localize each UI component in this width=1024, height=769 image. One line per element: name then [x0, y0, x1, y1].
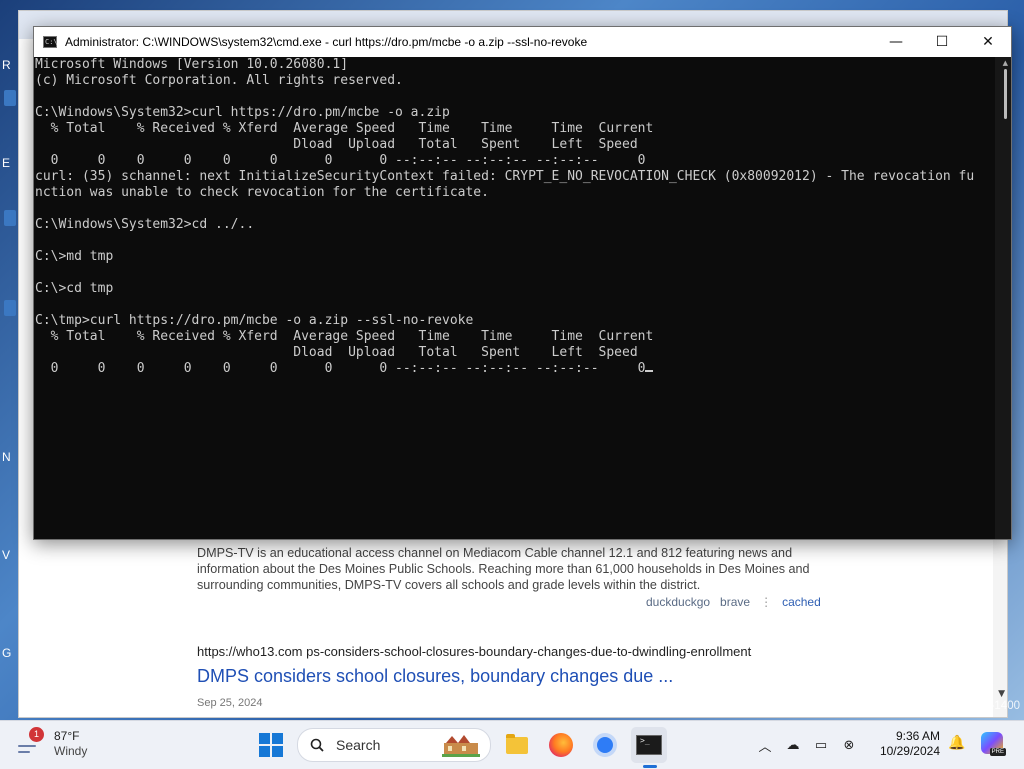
- scrollbar-thumb[interactable]: [1004, 69, 1007, 119]
- evaluation-watermark: Evaluation copy. Build 26080.ge_release.…: [741, 700, 1020, 712]
- console-line: 0 0 0 0 0 0 0 0 --:--:-- --:--:-- --:--:…: [35, 153, 646, 168]
- search-highlight-icon: [442, 735, 480, 757]
- weather-condition: Windy: [54, 744, 88, 758]
- chrome-button[interactable]: [587, 727, 623, 763]
- close-button[interactable]: ✕: [965, 27, 1011, 57]
- console-current-line: 0 0 0 0 0 0 0 0 --:--:-- --:--:-- --:--:…: [35, 361, 994, 377]
- taskbar-search[interactable]: Search: [297, 728, 491, 762]
- desktop-edge-letter: G: [2, 646, 12, 660]
- cmd-scrollbar[interactable]: ▲: [995, 57, 1011, 539]
- console-line: Microsoft Windows [Version 10.0.26080.1]: [35, 57, 349, 72]
- window-title: Administrator: C:\WINDOWS\system32\cmd.e…: [65, 35, 588, 49]
- desktop-icon[interactable]: [4, 300, 16, 316]
- folder-icon: [506, 733, 528, 754]
- console-line: (c) Microsoft Corporation. All rights re…: [35, 73, 403, 88]
- console-line: Dload Upload Total Spent Left Speed: [35, 137, 638, 152]
- weather-widget[interactable]: 1 87°F Windy: [16, 727, 88, 759]
- console-line: % Total % Received % Xferd Average Speed…: [35, 121, 654, 136]
- result-date: Sep 25, 2024: [197, 697, 263, 709]
- console-line: % Total % Received % Xferd Average Speed…: [35, 329, 654, 344]
- desktop-edge-letter: R: [2, 58, 11, 72]
- desktop-icons-edge: R E N V G: [0, 0, 18, 720]
- minimize-button[interactable]: —: [873, 27, 919, 57]
- clock-time: 9:36 AM: [895, 729, 940, 743]
- windows-logo-icon: [259, 733, 283, 757]
- console-line: curl: (35) schannel: next InitializeSecu…: [35, 169, 975, 184]
- wind-icon: 1: [16, 727, 46, 759]
- result-snippet: DMPS-TV is an educational access channel…: [197, 546, 810, 592]
- file-explorer-button[interactable]: [499, 727, 535, 763]
- console-line: C:\>md tmp: [35, 249, 114, 264]
- desktop-edge-letter: N: [2, 450, 11, 464]
- desktop-edge-letter: E: [2, 156, 11, 170]
- console-line: C:\>cd tmp: [35, 281, 114, 296]
- maximize-button[interactable]: ☐: [919, 27, 965, 57]
- text-cursor: [645, 370, 654, 372]
- clock-date: 10/29/2024: [879, 744, 940, 758]
- notification-badge: 1: [29, 727, 44, 742]
- network-off-icon[interactable]: ☁: [784, 736, 802, 754]
- cached-link[interactable]: cached: [782, 595, 821, 609]
- notification-bell-icon[interactable]: 🔔: [948, 735, 966, 753]
- result-url[interactable]: https://who13.com ps-considers-school-cl…: [197, 644, 751, 659]
- start-button[interactable]: [253, 727, 289, 763]
- chevron-up-icon[interactable]: ︿: [756, 736, 774, 755]
- weather-temperature: 87°F: [54, 729, 80, 743]
- scroll-down-icon[interactable]: ▼: [998, 689, 1005, 699]
- copilot-badge: PRE: [989, 748, 1006, 756]
- source-brave[interactable]: brave: [720, 595, 750, 609]
- console-line-text: 0 0 0 0 0 0 0 0 --:--:-- --:--:-- --:--:…: [35, 361, 646, 376]
- desktop-edge-letter: V: [2, 548, 11, 562]
- display-icon[interactable]: ▭: [812, 736, 830, 754]
- console-line: C:\tmp>curl https://dro.pm/mcbe -o a.zip…: [35, 313, 474, 328]
- console-line: C:\Windows\System32>cd ../..: [35, 217, 255, 232]
- window-controls: — ☐ ✕: [873, 27, 1011, 57]
- console-line: nction was unable to check revocation fo…: [35, 185, 489, 200]
- console-line: Dload Upload Total Spent Left Speed: [35, 345, 638, 360]
- volume-muted-icon[interactable]: ⊗: [840, 736, 858, 754]
- desktop-icon[interactable]: [4, 210, 16, 226]
- result-title-link[interactable]: DMPS considers school closures, boundary…: [197, 666, 673, 687]
- chrome-icon: [593, 733, 617, 757]
- system-tray: ︿ ☁ ▭ ⊗: [756, 731, 858, 759]
- scroll-up-icon[interactable]: ▲: [1003, 59, 1008, 67]
- copilot-icon[interactable]: PRE: [981, 732, 1006, 756]
- console-line: C:\Windows\System32>curl https://dro.pm/…: [35, 105, 450, 120]
- cmd-window[interactable]: C:\ Administrator: C:\WINDOWS\system32\c…: [33, 26, 1012, 540]
- firefox-button[interactable]: [543, 727, 579, 763]
- terminal-button[interactable]: >_: [631, 727, 667, 768]
- firefox-icon: [549, 733, 573, 757]
- cmd-app-icon[interactable]: C:\: [43, 36, 58, 48]
- search-label: Search: [336, 737, 381, 753]
- search-icon: [310, 738, 324, 752]
- taskbar-apps: Search >_: [253, 727, 667, 768]
- console-output[interactable]: Microsoft Windows [Version 10.0.26080.1]…: [34, 57, 994, 537]
- source-duckduckgo[interactable]: duckduckgo: [646, 595, 710, 609]
- desktop-icon[interactable]: [4, 90, 16, 106]
- cmd-titlebar[interactable]: C:\ Administrator: C:\WINDOWS\system32\c…: [34, 27, 1011, 57]
- clock[interactable]: 9:36 AM 10/29/2024: [876, 729, 940, 759]
- terminal-icon: >_: [636, 735, 662, 755]
- result-sources: duckduckgo brave ⋮ cached: [646, 595, 821, 609]
- taskbar: 1 87°F Windy Search >_ ︿ ☁ ▭ ⊗ 9:36 AM 1…: [0, 720, 1024, 769]
- more-options-icon[interactable]: ⋮: [760, 595, 772, 609]
